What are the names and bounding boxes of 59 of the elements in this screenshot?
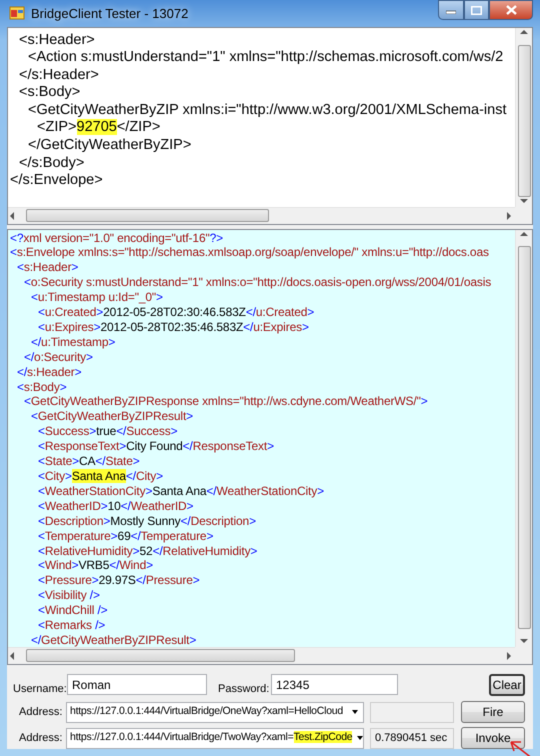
code-line: <WeatherID>10</WeatherID> xyxy=(37,498,194,514)
code-line: <ResponseText>City Found</ResponseText> xyxy=(37,439,274,454)
code-line: <Description>Mostly Sunny</Description> xyxy=(37,514,256,529)
action-button[interactable]: Invoke xyxy=(461,727,525,749)
code-line: <City>Santa Ana</City> xyxy=(37,469,163,484)
code-line: <Temperature>69</Temperature> xyxy=(37,528,214,544)
code-line: <GetCityWeatherByZIP xmlns:i="http://www.w3.org/2001/XMLSchema-inst xyxy=(27,102,506,120)
code-line: <GetCityWeatherByZIPResponse xmlns="http://ws.cdyne.com/WeatherWS/"> xyxy=(23,394,428,410)
maximize-icon xyxy=(471,6,482,14)
code-line: </s:Header> xyxy=(16,364,82,380)
address-combo[interactable]: https://127.0.0.1:444/VirtualBridge/OneWay?xaml=HelloCloud xyxy=(66,702,364,722)
code-line: </GetCityWeatherByZIP> xyxy=(27,137,192,155)
code-line: <s:Body> xyxy=(16,380,67,394)
password-field[interactable]: 12345 xyxy=(271,674,398,696)
close-icon xyxy=(506,5,516,15)
code-line: <s:Header> xyxy=(18,32,95,50)
code-line: <u:Created>2012-05-28T02:30:46.583Z</u:Created> xyxy=(37,305,314,320)
scroll-thumb[interactable] xyxy=(26,649,295,662)
scroll-thumb[interactable] xyxy=(518,45,530,197)
code-line: </o:Security> xyxy=(23,350,93,365)
field-label: Password: xyxy=(218,682,270,696)
code-line: <u:Timestamp u:Id="_0"> xyxy=(30,290,163,306)
code-line: </s:Body> xyxy=(18,154,84,172)
window-title: BridgeClient Tester - 13072 xyxy=(31,4,188,23)
maximize-button[interactable] xyxy=(464,0,489,20)
code-line: <ZIP>92705</ZIP> xyxy=(36,119,160,138)
code-line: <WeatherStationCity>Santa Ana</WeatherStationCity> xyxy=(37,484,324,499)
code-line: <Visibility /> xyxy=(37,588,100,604)
close-button[interactable] xyxy=(489,0,533,20)
code-line: </GetCityWeatherByZIPResult> xyxy=(30,632,196,646)
username-field[interactable]: Roman xyxy=(67,674,207,696)
code-line: </s:Header> xyxy=(18,66,99,84)
minimize-button[interactable] xyxy=(438,0,464,20)
code-line: <GetCityWeatherByZIPResult> xyxy=(30,409,193,424)
code-line: <s:Header> xyxy=(16,260,78,276)
action-button[interactable]: Clear xyxy=(489,674,525,696)
code-line: <Action s:mustUnderstand="1" xmlns="http://schemas.microsoft.com/ws/2 xyxy=(27,49,504,67)
code-line: <WindChill /> xyxy=(37,603,108,618)
app-icon xyxy=(9,5,25,22)
code-line: <RelativeHumidity>52</RelativeHumidity> xyxy=(37,544,258,558)
scroll-thumb[interactable] xyxy=(518,246,530,630)
code-line: <s:Body> xyxy=(18,84,80,102)
scroll-thumb[interactable] xyxy=(26,209,270,222)
code-line: <Wind>VRB5</Wind> xyxy=(37,558,153,574)
code-line: <u:Expires>2012-05-28T02:35:46.583Z</u:Expires> xyxy=(37,320,309,335)
field-label: Address: xyxy=(18,730,64,746)
code-line: <Pressure>29.97S</Pressure> xyxy=(37,573,200,588)
code-line: <s:Envelope xmlns:s="http://schemas.xmlsoap.org/soap/envelope/" xmlns:u="http://docs.oas xyxy=(10,245,489,260)
code-line: </u:Timestamp> xyxy=(30,334,116,350)
field-label: Username: xyxy=(12,682,67,696)
code-line: <o:Security s:mustUnderstand="1" xmlns:o="http://docs.oasis-open.org/wss/2004/01/oasis xyxy=(23,275,492,290)
code-line: <?xml version="1.0" encoding="utf-16"?> xyxy=(10,230,223,246)
code-line: <State>CA</State> xyxy=(37,454,140,469)
code-line: <Remarks /> xyxy=(37,618,106,633)
field-label: Address: xyxy=(18,704,64,720)
action-button[interactable]: Fire xyxy=(461,701,525,723)
code-line: </s:Envelope> xyxy=(10,172,103,190)
code-line: <Success>true</Success> xyxy=(37,424,178,440)
elapsed-field: 0.7890451 sec xyxy=(370,728,454,748)
